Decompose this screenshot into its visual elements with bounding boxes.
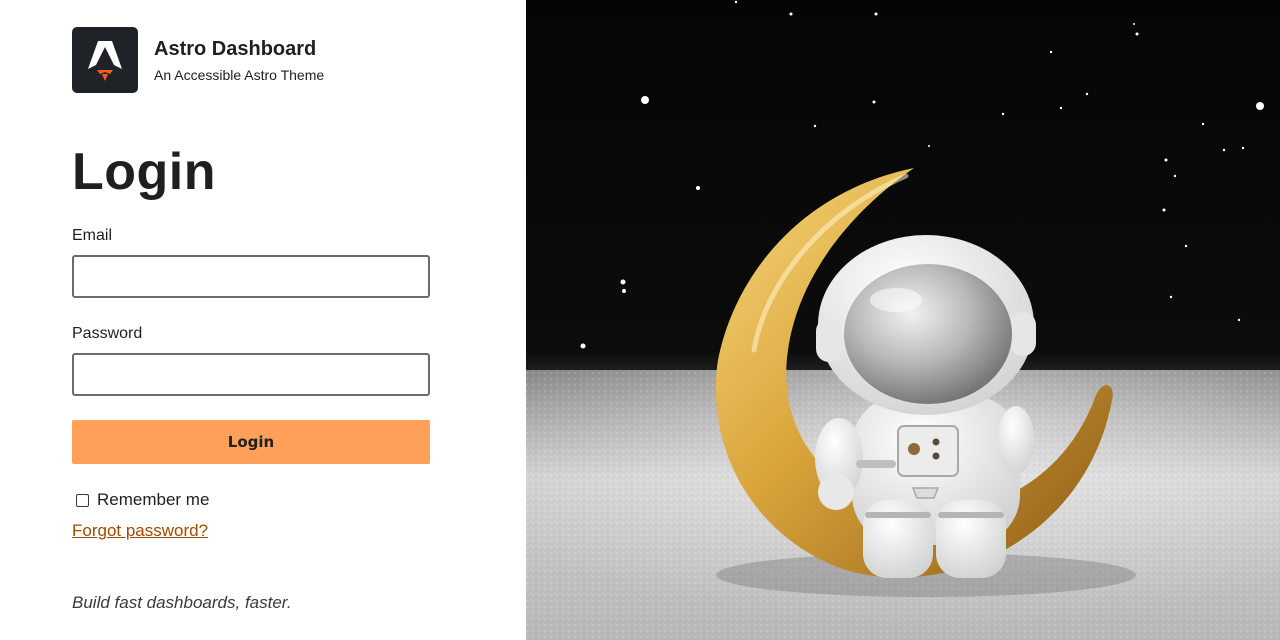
brand-text: Astro Dashboard An Accessible Astro Them… (154, 36, 324, 85)
login-button[interactable]: Login (72, 420, 430, 464)
tagline: Build fast dashboards, faster. (72, 593, 292, 612)
astronaut-moon-illustration (526, 0, 1280, 640)
email-label: Email (72, 227, 113, 244)
hero-image (526, 0, 1280, 640)
page-title: Login (72, 143, 217, 201)
email-field[interactable] (72, 255, 430, 298)
remember-me[interactable]: Remember me (76, 489, 209, 511)
astro-logo-icon (72, 27, 138, 93)
brand-title: Astro Dashboard (154, 37, 317, 60)
remember-label: Remember me (97, 490, 210, 509)
password-label: Password (72, 325, 143, 342)
login-panel: Astro Dashboard An Accessible Astro Them… (0, 0, 526, 640)
password-field[interactable] (72, 353, 430, 396)
forgot-password-link[interactable]: Forgot password? (72, 520, 208, 542)
brand-subtitle: An Accessible Astro Theme (154, 66, 325, 83)
remember-checkbox[interactable] (76, 493, 89, 507)
brand-header: Astro Dashboard An Accessible Astro Them… (72, 27, 324, 93)
